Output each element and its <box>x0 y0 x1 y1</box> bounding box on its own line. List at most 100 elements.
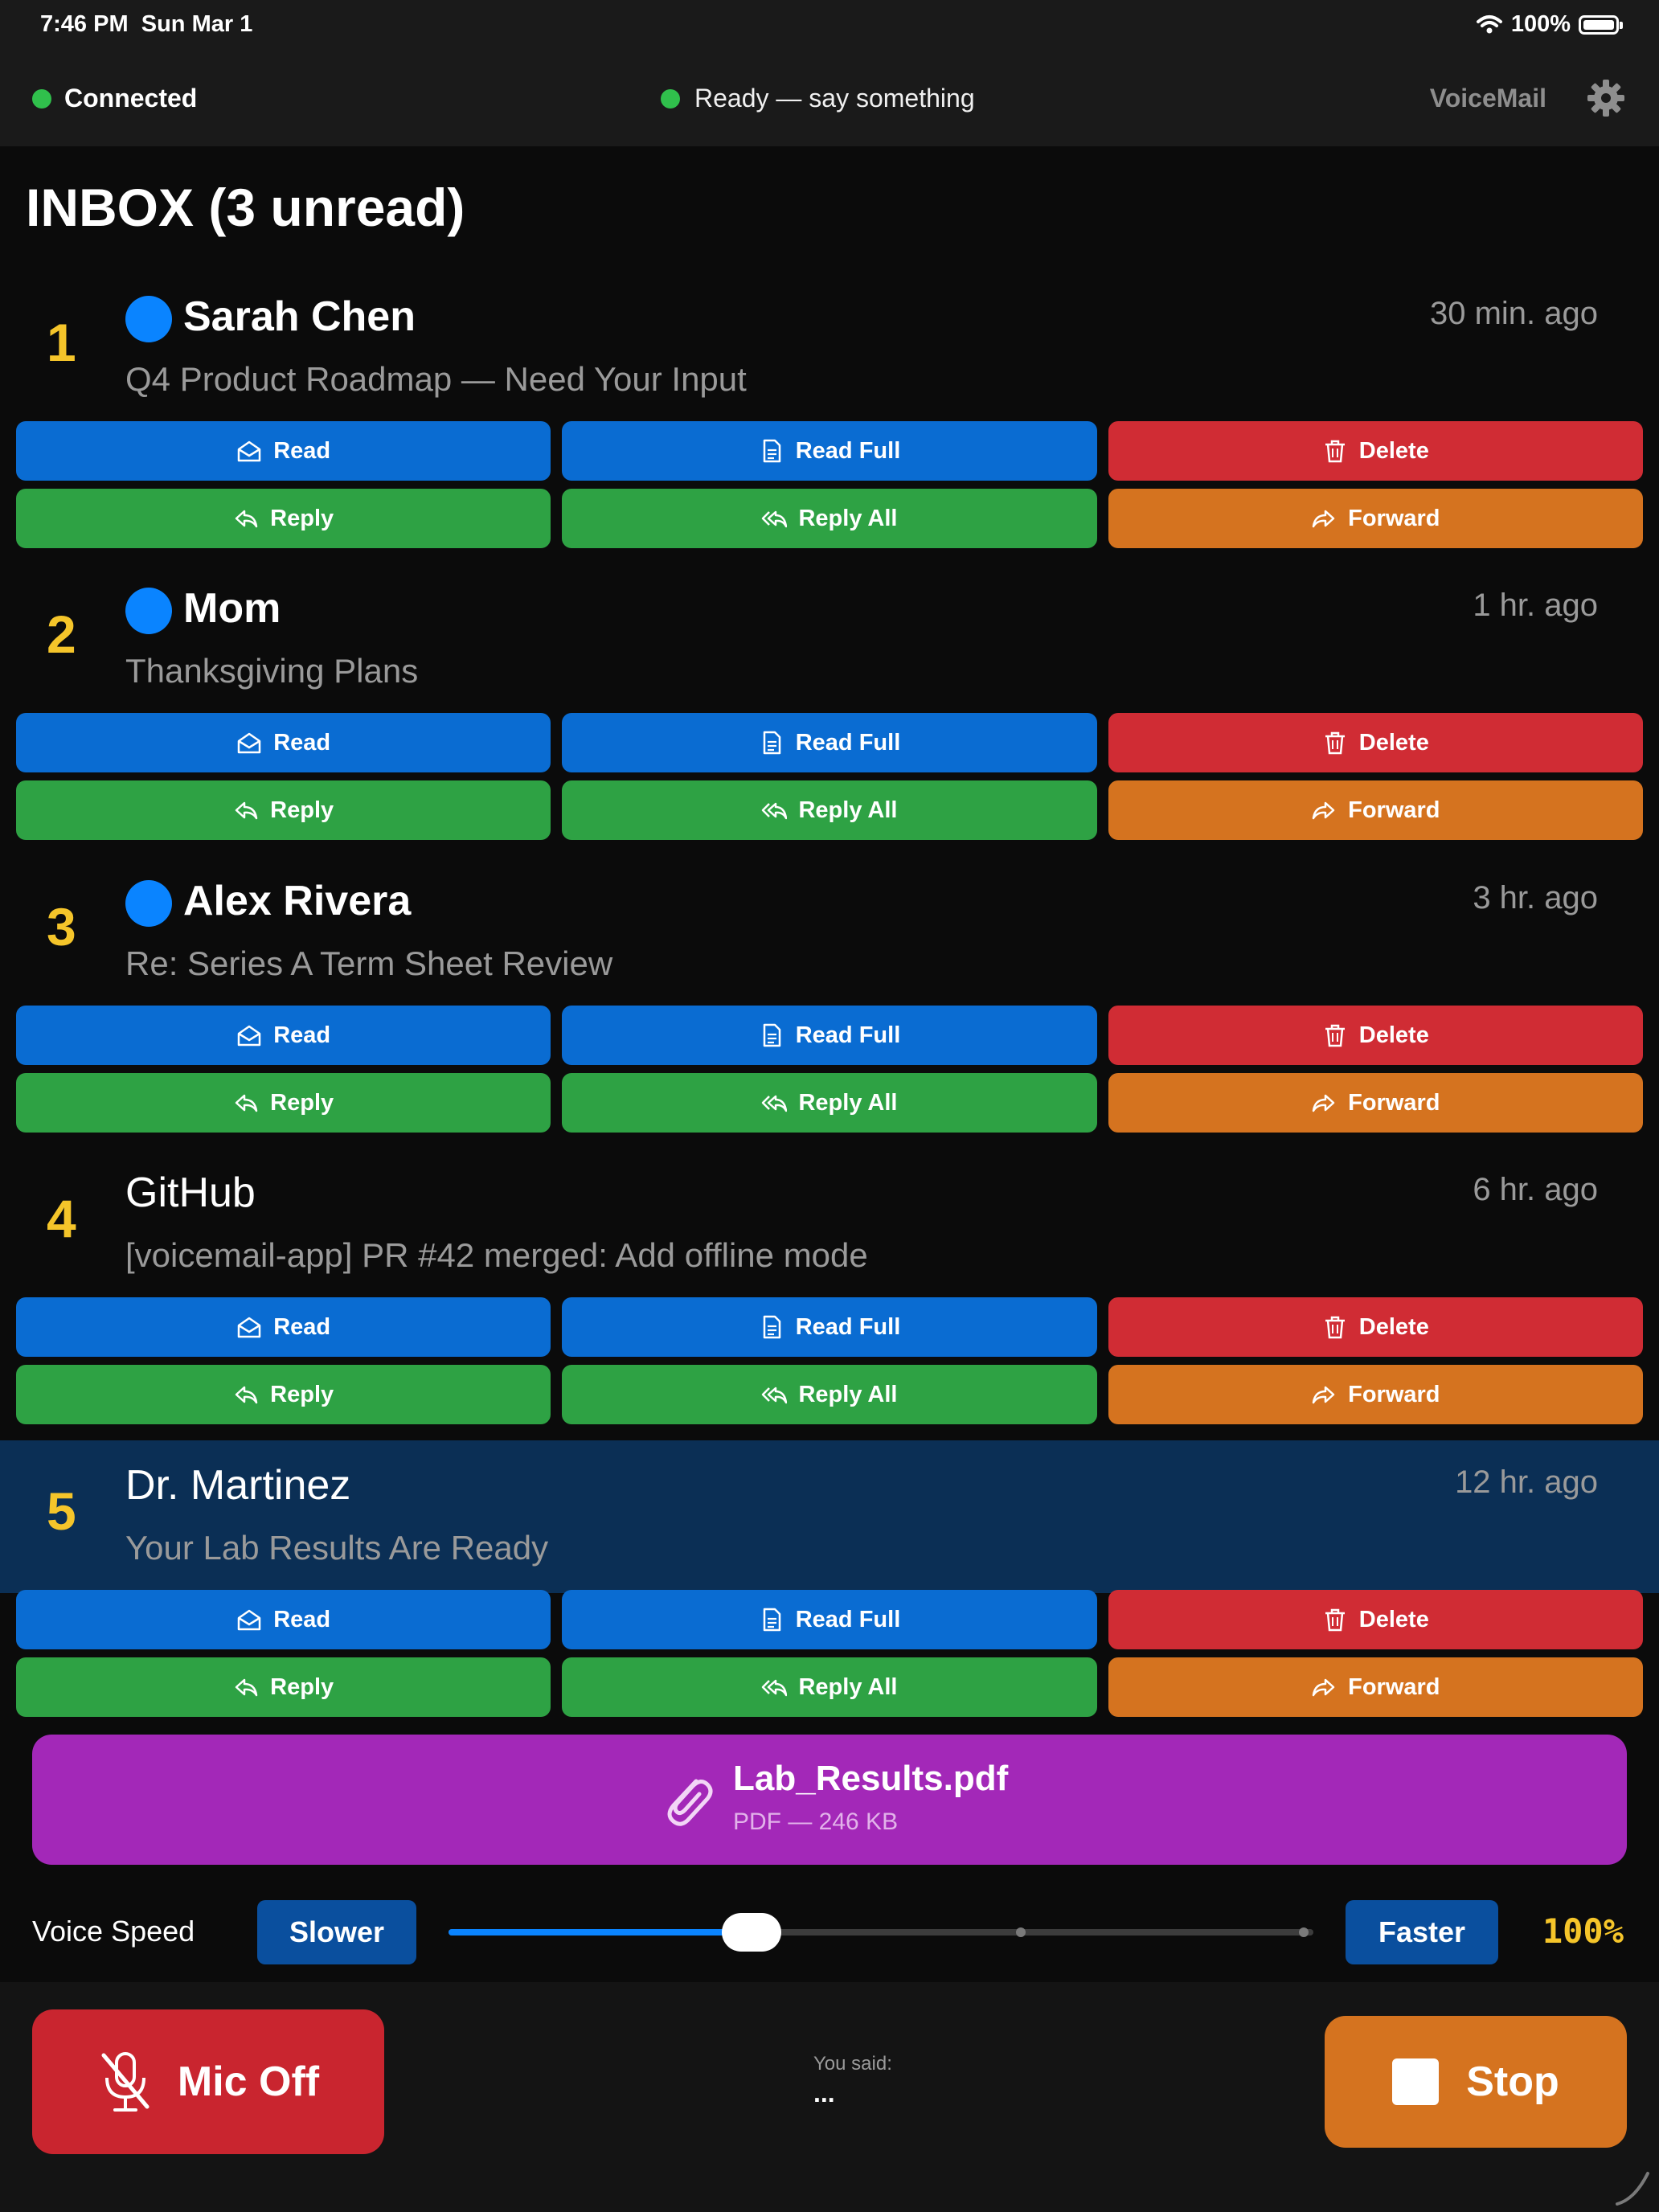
reply-button[interactable]: Reply <box>16 1657 551 1717</box>
stop-label: Stop <box>1466 2058 1559 2105</box>
reply-icon <box>235 1678 258 1697</box>
envelope-open-icon <box>237 440 261 462</box>
read-button[interactable]: Read <box>16 421 551 481</box>
reply-all-button[interactable]: Reply All <box>562 1073 1097 1133</box>
read-full-button[interactable]: Read Full <box>562 1297 1097 1357</box>
forward-button[interactable]: Forward <box>1108 780 1643 840</box>
email-time: 6 hr. ago <box>1473 1172 1598 1207</box>
email-index: 2 <box>47 604 76 664</box>
mic-off-button[interactable]: Mic Off <box>32 2009 384 2154</box>
forward-button-label: Forward <box>1348 505 1440 531</box>
reply-button-label: Reply <box>270 505 334 531</box>
reply-button-label: Reply <box>270 1089 334 1116</box>
delete-button-label: Delete <box>1358 1313 1429 1340</box>
email-sender: Alex Rivera <box>183 878 412 924</box>
trash-icon <box>1325 731 1345 755</box>
reply-all-button[interactable]: Reply All <box>562 489 1097 548</box>
reply-button[interactable]: Reply <box>16 1073 551 1133</box>
read-button[interactable]: Read <box>16 1297 551 1357</box>
read-button-label: Read <box>273 1313 331 1340</box>
email-subject: Re: Series A Term Sheet Review <box>125 944 613 982</box>
reply-all-button[interactable]: Reply All <box>562 780 1097 840</box>
reply-all-button-label: Reply All <box>798 1381 898 1407</box>
reply-all-button-label: Reply All <box>798 797 898 823</box>
status-time: 7:46 PM Sun Mar 1 <box>40 11 253 37</box>
speed-slider-thumb[interactable] <box>721 1913 781 1952</box>
faster-button[interactable]: Faster <box>1346 1900 1498 1964</box>
status-bar: 7:46 PM Sun Mar 1 100% <box>0 0 1659 56</box>
delete-button-label: Delete <box>1358 1022 1429 1048</box>
email-time: 12 hr. ago <box>1455 1464 1598 1500</box>
email-actions-primary: Read Read Full Delete <box>16 421 1643 481</box>
email-subject: Thanksgiving Plans <box>125 652 419 690</box>
delete-button[interactable]: Delete <box>1108 1297 1643 1357</box>
email-row[interactable]: 2 Mom 1 hr. ago Thanksgiving Plans Read Read … <box>0 585 1659 880</box>
email-subject: Your Lab Results Are Ready <box>125 1529 549 1567</box>
attachment-card[interactable]: Lab_Results.pdf PDF — 246 KB <box>32 1735 1627 1865</box>
you-said-label: You said: <box>813 2053 892 2075</box>
email-index: 3 <box>47 897 76 956</box>
reply-all-icon <box>762 802 788 820</box>
listening-status: Ready — say something <box>661 84 975 113</box>
status-right: 100% <box>1476 11 1623 38</box>
trash-icon <box>1325 1608 1345 1632</box>
forward-button[interactable]: Forward <box>1108 1073 1643 1133</box>
email-row[interactable]: 4 GitHub 6 hr. ago [voicemail-app] PR #42 m… <box>0 1169 1659 1464</box>
reply-button[interactable]: Reply <box>16 780 551 840</box>
email-sender: Sarah Chen <box>183 293 416 340</box>
read-button[interactable]: Read <box>16 1590 551 1649</box>
reply-all-button[interactable]: Reply All <box>562 1657 1097 1717</box>
reply-button-label: Reply <box>270 797 334 823</box>
reply-all-icon <box>762 1679 788 1697</box>
app-header: Connected Ready — say something VoiceMai… <box>0 56 1659 146</box>
read-full-button[interactable]: Read Full <box>562 1590 1097 1649</box>
forward-icon <box>1312 510 1335 528</box>
reply-button[interactable]: Reply <box>16 489 551 548</box>
speed-tick-end <box>1299 1927 1309 1937</box>
read-button[interactable]: Read <box>16 713 551 772</box>
reply-button[interactable]: Reply <box>16 1365 551 1424</box>
email-index: 1 <box>47 313 76 372</box>
read-button[interactable]: Read <box>16 1006 551 1065</box>
read-button-label: Read <box>273 437 331 464</box>
email-row[interactable]: 5 Dr. Martinez 12 hr. ago Your Lab Results … <box>0 1440 1659 1757</box>
delete-button[interactable]: Delete <box>1108 1590 1643 1649</box>
email-actions-secondary: Reply Reply All Forward <box>16 780 1643 840</box>
forward-button[interactable]: Forward <box>1108 1657 1643 1717</box>
email-time: 1 hr. ago <box>1473 588 1598 623</box>
delete-button[interactable]: Delete <box>1108 1006 1643 1065</box>
wifi-icon <box>1476 14 1502 33</box>
reply-all-icon <box>762 1387 788 1404</box>
read-full-button[interactable]: Read Full <box>562 421 1097 481</box>
inbox-title: INBOX (3 unread) <box>26 178 465 237</box>
delete-button[interactable]: Delete <box>1108 421 1643 481</box>
read-full-button[interactable]: Read Full <box>562 1006 1097 1065</box>
email-row[interactable]: 1 Sarah Chen 30 min. ago Q4 Product Roadmap… <box>0 293 1659 588</box>
email-sender: Dr. Martinez <box>125 1462 351 1509</box>
slower-button[interactable]: Slower <box>257 1900 416 1964</box>
delete-button-label: Delete <box>1358 437 1429 464</box>
envelope-open-icon <box>237 1025 261 1047</box>
email-row[interactable]: 3 Alex Rivera 3 hr. ago Re: Series A Term S… <box>0 878 1659 1173</box>
email-actions-secondary: Reply Reply All Forward <box>16 489 1643 548</box>
read-full-button-label: Read Full <box>795 1022 901 1048</box>
reply-all-button[interactable]: Reply All <box>562 1365 1097 1424</box>
forward-button[interactable]: Forward <box>1108 489 1643 548</box>
forward-button[interactable]: Forward <box>1108 1365 1643 1424</box>
read-full-button[interactable]: Read Full <box>562 713 1097 772</box>
delete-button[interactable]: Delete <box>1108 713 1643 772</box>
battery-icon <box>1579 14 1623 35</box>
document-icon <box>763 1608 780 1632</box>
attachment-meta: PDF — 246 KB <box>733 1809 899 1835</box>
email-subject: [voicemail-app] PR #42 merged: Add offli… <box>125 1236 868 1274</box>
forward-button-label: Forward <box>1348 797 1440 823</box>
trash-icon <box>1325 1316 1345 1339</box>
reply-all-button-label: Reply All <box>798 1673 898 1700</box>
email-index: 4 <box>47 1189 76 1248</box>
document-icon <box>763 1023 780 1047</box>
reply-all-button-label: Reply All <box>798 1089 898 1116</box>
stop-button[interactable]: Stop <box>1325 2016 1627 2148</box>
gear-icon[interactable] <box>1585 77 1627 119</box>
voice-speed-label: Voice Speed <box>32 1915 195 1948</box>
envelope-open-icon <box>237 1317 261 1338</box>
